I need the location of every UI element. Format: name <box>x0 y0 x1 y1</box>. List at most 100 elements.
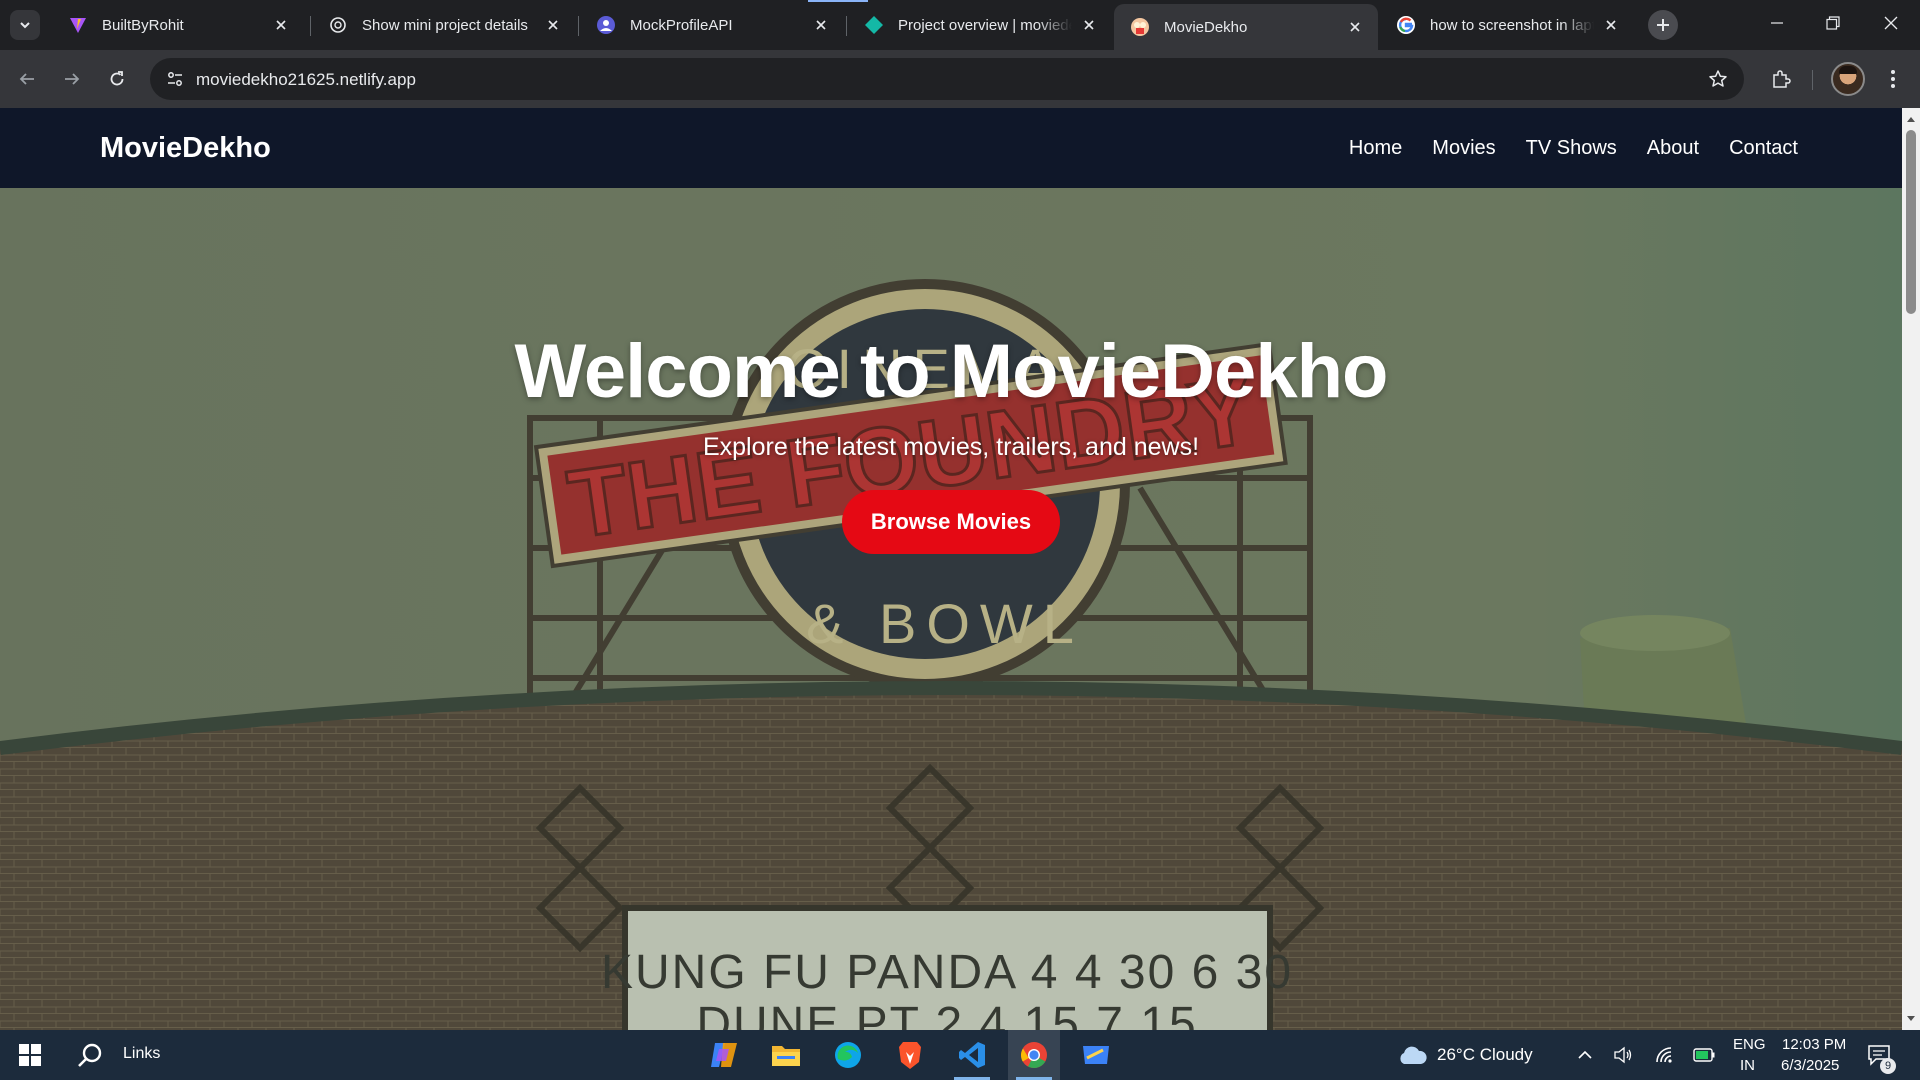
taskbar-search-label[interactable]: Links <box>123 1045 160 1063</box>
windows-taskbar: Links 26°C Cloudy ENG IN 12:03 PM 6/3/20… <box>0 1030 1920 1080</box>
close-icon[interactable] <box>812 16 830 34</box>
browse-movies-button[interactable]: Browse Movies <box>842 490 1060 554</box>
chevron-down-icon <box>20 22 30 29</box>
nav-link-about[interactable]: About <box>1647 137 1699 160</box>
tab-label: MovieDekho <box>1164 18 1248 36</box>
weather-text[interactable]: 26°C Cloudy <box>1437 1045 1533 1065</box>
language-line-1[interactable]: ENG <box>1733 1036 1766 1053</box>
minimize-button[interactable] <box>1748 0 1806 46</box>
netlify-icon <box>864 15 884 35</box>
scroll-down-arrow-icon[interactable] <box>1906 1014 1916 1024</box>
browser-toolbar: moviedekho21625.netlify.app <box>0 50 1920 108</box>
folder-icon <box>772 1046 800 1066</box>
brave-app[interactable] <box>884 1030 936 1080</box>
tab-mockprofileapi[interactable]: MockProfileAPI <box>580 6 844 44</box>
forward-button[interactable] <box>55 62 89 96</box>
tab-chatgpt[interactable]: Show mini project details <box>312 6 576 44</box>
scrollbar-thumb[interactable] <box>1906 130 1916 314</box>
language-line-2[interactable]: IN <box>1740 1057 1755 1074</box>
start-button[interactable] <box>4 1030 56 1080</box>
file-explorer-app[interactable] <box>760 1030 812 1080</box>
chrome-app[interactable] <box>1008 1030 1060 1080</box>
edge-app[interactable] <box>822 1030 874 1080</box>
speaker-icon[interactable] <box>1611 1043 1635 1067</box>
search-icon <box>78 1043 102 1067</box>
arrow-left-icon <box>19 73 34 85</box>
close-icon[interactable] <box>544 16 562 34</box>
hero-content: Welcome to MovieDekho Explore the latest… <box>0 328 1902 554</box>
battery-icon[interactable] <box>1692 1043 1716 1067</box>
notification-count-badge: 9 <box>1880 1058 1896 1074</box>
new-tab-button[interactable] <box>1648 10 1678 40</box>
nav-link-movies[interactable]: Movies <box>1432 137 1495 160</box>
site-navbar: MovieDekho Home Movies TV Shows About Co… <box>0 108 1902 188</box>
close-icon[interactable] <box>1346 18 1364 36</box>
profile-icon <box>596 15 616 35</box>
hero-background-image: CINEMA & BOWL THE FOUNDRY KUNG FU PANDA … <box>0 188 1902 1030</box>
close-window-button[interactable] <box>1862 0 1920 46</box>
scroll-up-arrow-icon[interactable] <box>1906 114 1916 124</box>
tab-strip: BuiltByRohit Show mini project details M… <box>0 0 1920 50</box>
tab-label: Project overview | moviedekho <box>898 16 1072 34</box>
edge-icon <box>835 1042 861 1068</box>
hero-subtitle: Explore the latest movies, trailers, and… <box>702 433 1200 461</box>
close-icon[interactable] <box>1602 16 1620 34</box>
brave-icon <box>899 1042 921 1069</box>
nav-links: Home Movies TV Shows About Contact <box>1349 137 1798 160</box>
tab-label: BuiltByRohit <box>102 16 184 34</box>
tab-label: Show mini project details <box>362 16 528 34</box>
url-text: moviedekho21625.netlify.app <box>196 70 416 89</box>
tab-builtbyrohit[interactable]: BuiltByRohit <box>52 6 304 44</box>
tab-divider <box>846 16 847 36</box>
site-info-icon[interactable] <box>162 66 188 92</box>
page-scrollbar[interactable] <box>1902 108 1920 1030</box>
nav-link-tv-shows[interactable]: TV Shows <box>1526 137 1617 160</box>
tab-divider <box>310 16 311 36</box>
windows-logo-icon <box>19 1044 41 1066</box>
back-button[interactable] <box>10 62 44 96</box>
clock-time[interactable]: 12:03 PM <box>1782 1036 1846 1053</box>
google-icon <box>1396 15 1416 35</box>
more-vertical-icon <box>1891 70 1895 88</box>
close-icon[interactable] <box>272 16 290 34</box>
profile-avatar[interactable] <box>1831 62 1865 96</box>
nav-link-home[interactable]: Home <box>1349 137 1402 160</box>
vscode-app[interactable] <box>946 1030 998 1080</box>
copilot-app[interactable] <box>698 1030 750 1080</box>
puzzle-icon <box>1773 70 1791 88</box>
nav-link-contact[interactable]: Contact <box>1729 137 1798 160</box>
site-logo[interactable]: MovieDekho <box>100 132 271 165</box>
vite-icon <box>68 15 88 35</box>
bookmark-star-icon[interactable] <box>1706 67 1730 91</box>
tab-netlify[interactable]: Project overview | moviedekho <box>848 6 1112 44</box>
popcorn-icon <box>1130 17 1150 37</box>
chevron-up-icon[interactable] <box>1573 1043 1597 1067</box>
reload-button[interactable] <box>100 62 134 96</box>
tab-divider <box>578 16 579 36</box>
taskbar-search-button[interactable] <box>64 1030 116 1080</box>
tab-google[interactable]: how to screenshot in laptop <box>1380 6 1634 44</box>
tab-loading-indicator <box>808 0 868 2</box>
close-icon <box>1884 16 1898 30</box>
browser-menu-button[interactable] <box>1876 62 1910 96</box>
vscode-icon <box>959 1042 985 1068</box>
pinned-app[interactable] <box>1070 1030 1122 1080</box>
clock-date[interactable]: 6/3/2025 <box>1781 1057 1839 1074</box>
chatgpt-icon <box>328 15 348 35</box>
cloud-icon <box>1396 1043 1428 1067</box>
tab-moviedekho[interactable]: MovieDekho <box>1114 4 1378 50</box>
address-bar[interactable]: moviedekho21625.netlify.app <box>150 58 1744 100</box>
extensions-button[interactable] <box>1764 62 1798 96</box>
restore-icon <box>1826 16 1840 30</box>
chrome-icon <box>1020 1042 1047 1068</box>
reload-icon <box>110 71 124 86</box>
arrow-right-icon <box>65 73 80 85</box>
tab-label: how to screenshot in laptop <box>1430 16 1594 34</box>
tab-search-button[interactable] <box>10 10 40 40</box>
restore-button[interactable] <box>1804 0 1862 46</box>
minimize-icon <box>1771 22 1783 24</box>
wifi-icon[interactable] <box>1653 1043 1677 1067</box>
copilot-icon <box>711 1043 737 1067</box>
page-viewport: MovieDekho Home Movies TV Shows About Co… <box>0 108 1902 1030</box>
close-icon[interactable] <box>1080 16 1098 34</box>
